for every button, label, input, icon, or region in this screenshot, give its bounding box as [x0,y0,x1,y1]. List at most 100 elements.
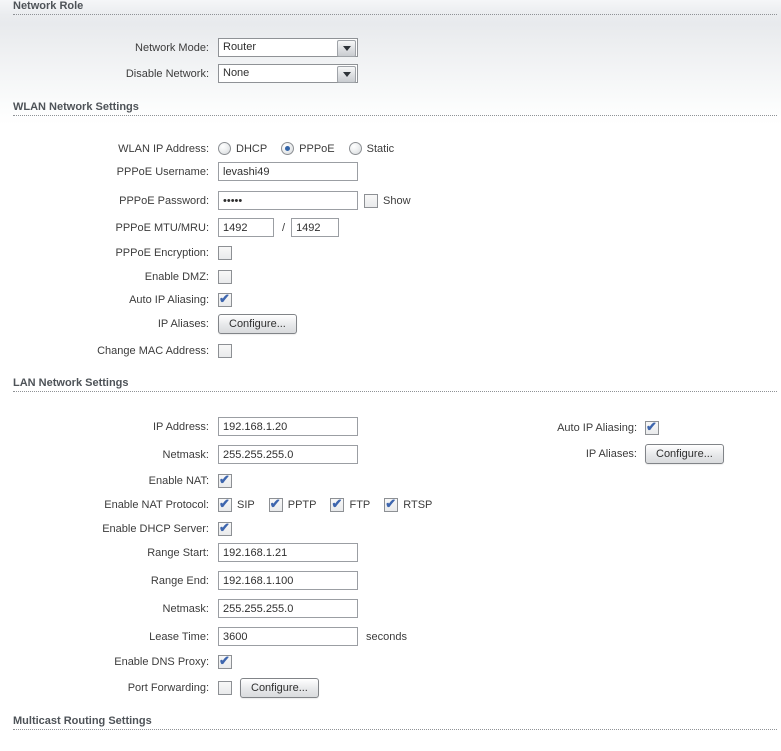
section-header-wlan: WLAN Network Settings [13,101,777,116]
lan-ip-address-row: IP Address: [0,417,358,436]
dhcp-netmask-label: Netmask: [162,602,209,615]
network-settings-page: Network Role Network Mode: Router Disabl… [0,0,781,751]
enable-dmz-label: Enable DMZ: [144,270,209,283]
range-start-row: Range Start: [0,543,358,562]
enable-dhcp-row: Enable DHCP Server: [0,519,232,538]
change-mac-row: Change MAC Address: [0,341,232,360]
wlan-ip-address-label: WLAN IP Address: [118,142,209,155]
pppoe-password-label: PPPoE Password: [119,194,209,207]
lease-time-input[interactable] [218,627,358,646]
network-mode-select[interactable]: Router [218,38,358,57]
lan-netmask-label: Netmask: [162,448,209,461]
radio-dhcp-label: DHCP [236,142,268,155]
lan-auto-ip-aliasing-checkbox[interactable] [645,419,659,435]
change-mac-checkbox[interactable] [218,343,232,358]
nat-protocol-row: Enable NAT Protocol: SIP PPTP FTP RTSP [0,495,432,514]
radio-static[interactable] [348,142,362,155]
section-header-multicast: Multicast Routing Settings [13,715,777,730]
dropdown-arrow-glyph [342,46,351,55]
network-mode-selected-value: Router [223,41,257,53]
wlan-auto-ip-aliasing-row: Auto IP Aliasing: [0,290,232,309]
dns-proxy-row: Enable DNS Proxy: [0,652,232,671]
pppoe-mru-input[interactable] [291,218,340,237]
section-header-network-role: Network Role [13,0,777,15]
nat-protocol-ftp-label: FTP [349,498,371,511]
pppoe-encryption-row: PPPoE Encryption: [0,243,232,262]
wlan-auto-ip-aliasing-checkbox[interactable] [218,291,232,307]
lan-auto-ip-aliasing-row: Auto IP Aliasing: [430,418,659,437]
enable-nat-label: Enable NAT: [148,474,209,487]
range-end-input[interactable] [218,571,358,590]
nat-protocol-rtsp-checkbox[interactable] [384,496,399,512]
dns-proxy-checkbox[interactable] [218,653,232,669]
range-start-input[interactable] [218,543,358,562]
pppoe-password-input[interactable] [218,191,358,210]
section-header-lan: LAN Network Settings [13,377,777,392]
lan-ip-aliases-label: IP Aliases: [585,447,637,460]
wlan-ip-address-row: WLAN IP Address: DHCP PPPoE Static [0,139,408,158]
range-end-row: Range End: [0,571,358,590]
pppoe-mtu-mru-label: PPPoE MTU/MRU: [115,221,209,234]
mtu-mru-separator: / [282,221,286,234]
lan-ip-address-label: IP Address: [152,420,209,433]
lease-time-row: Lease Time: seconds [0,627,407,646]
lease-time-label: Lease Time: [149,630,209,643]
pppoe-username-row: PPPoE Username: [0,162,358,181]
pppoe-encryption-label: PPPoE Encryption: [115,246,209,259]
chevron-down-icon[interactable] [337,40,356,57]
nat-protocol-label: Enable NAT Protocol: [104,498,209,511]
port-forwarding-row: Port Forwarding: Configure... [0,677,319,698]
nat-protocol-pptp-checkbox[interactable] [268,496,283,512]
radio-static-label: Static [366,142,395,155]
radio-dhcp[interactable] [218,142,231,155]
pppoe-username-input[interactable] [218,162,358,181]
lan-auto-ip-aliasing-label: Auto IP Aliasing: [557,421,637,434]
port-forwarding-checkbox[interactable] [218,680,232,695]
show-password-label: Show [383,194,411,207]
enable-dhcp-label: Enable DHCP Server: [102,522,209,535]
enable-nat-checkbox[interactable] [218,472,232,488]
disable-network-selected-value: None [223,67,250,79]
pppoe-mtu-input[interactable] [218,218,274,237]
disable-network-row: Disable Network: None [0,64,358,83]
dns-proxy-label: Enable DNS Proxy: [114,655,209,668]
lan-ip-aliases-row: IP Aliases: Configure... [430,443,724,464]
disable-network-label: Disable Network: [125,67,209,80]
nat-protocol-rtsp-label: RTSP [403,498,433,511]
nat-protocol-sip-checkbox[interactable] [218,496,232,512]
wlan-ip-aliases-configure-button[interactable]: Configure... [218,313,297,334]
pppoe-encryption-checkbox[interactable] [218,245,232,260]
disable-network-select[interactable]: None [218,64,358,83]
dropdown-arrow-glyph [342,72,351,81]
lan-ip-address-input[interactable] [218,417,358,436]
range-end-label: Range End: [150,574,209,587]
radio-pppoe[interactable] [281,142,295,155]
dhcp-netmask-input[interactable] [218,599,358,618]
pppoe-mtu-mru-row: PPPoE MTU/MRU: / [0,218,340,237]
nat-protocol-sip-label: SIP [237,498,255,511]
enable-dmz-checkbox[interactable] [218,269,232,284]
pppoe-password-row: PPPoE Password: Show [0,191,411,210]
enable-dmz-row: Enable DMZ: [0,267,232,286]
radio-pppoe-label: PPPoE [299,142,335,155]
change-mac-label: Change MAC Address: [97,344,209,357]
range-start-label: Range Start: [147,546,209,559]
network-mode-label: Network Mode: [135,41,209,54]
nat-protocol-pptp-label: PPTP [287,498,317,511]
lease-time-unit: seconds [366,630,407,643]
wlan-ip-aliases-label: IP Aliases: [157,317,209,330]
enable-dhcp-checkbox[interactable] [218,520,232,536]
nat-protocol-ftp-checkbox[interactable] [330,496,345,512]
dhcp-netmask-row: Netmask: [0,599,358,618]
wlan-ip-aliases-row: IP Aliases: Configure... [0,313,297,334]
lan-netmask-input[interactable] [218,445,358,464]
network-mode-row: Network Mode: Router [0,38,358,57]
wlan-auto-ip-aliasing-label: Auto IP Aliasing: [129,293,209,306]
lan-netmask-row: Netmask: [0,445,358,464]
port-forwarding-configure-button[interactable]: Configure... [240,677,319,698]
enable-nat-row: Enable NAT: [0,471,232,490]
port-forwarding-label: Port Forwarding: [127,681,209,694]
show-password-checkbox[interactable] [364,193,378,208]
chevron-down-icon[interactable] [337,66,356,83]
lan-ip-aliases-configure-button[interactable]: Configure... [645,443,724,464]
